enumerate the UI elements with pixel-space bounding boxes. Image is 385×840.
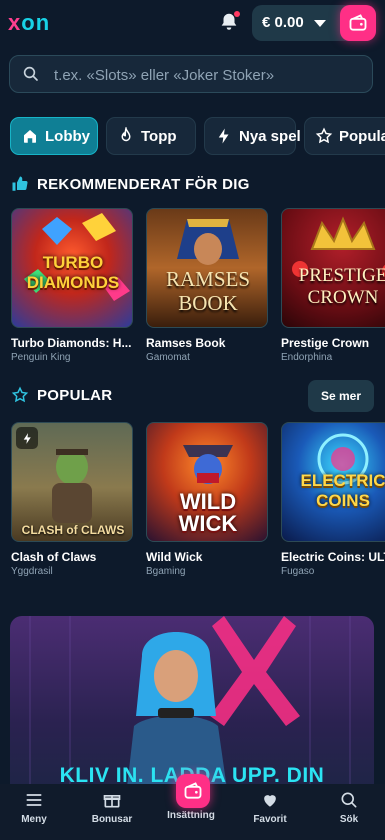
section-popular-title: POPULAR — [11, 386, 112, 404]
nav-label: Insättning — [167, 810, 215, 821]
home-icon — [24, 130, 36, 143]
game-thumbnail: PRESTIGE CROWN — [281, 208, 385, 328]
game-name: Ramses Book — [146, 336, 226, 350]
search-bar — [9, 55, 373, 93]
section-title-text: POPULAR — [37, 386, 113, 404]
lightning-badge — [16, 427, 38, 449]
lightning-icon — [23, 432, 31, 444]
game-thumbnail: CLASH of CLAWS — [11, 422, 133, 542]
tab-label: Topp — [141, 127, 177, 145]
balance-amount: € 0.00 — [262, 14, 304, 31]
section-recommended-title: REKOMMENDERAT FÖR DIG — [11, 175, 250, 193]
star-icon — [11, 386, 29, 403]
nav-label: Favorit — [253, 814, 287, 825]
nav-label: Meny — [21, 814, 47, 825]
tab-label: Popular — [339, 127, 385, 145]
game-thumbnail: TURBO DIAMONDS — [11, 208, 133, 328]
game-card[interactable]: CLASH of CLAWS Clash of Claws Yggdrasil — [11, 422, 133, 577]
game-name: Clash of Claws — [11, 550, 97, 564]
game-card[interactable]: WILD WICK Wild Wick Bgaming — [146, 422, 268, 577]
tab-label: Nya spel — [239, 127, 301, 145]
game-provider: Bgaming — [146, 566, 186, 577]
promo-banner[interactable]: KLIV IN. LADDA UPP. DIN — [10, 616, 374, 796]
logo-x: x — [8, 10, 22, 35]
wallet-button[interactable] — [340, 5, 376, 41]
game-art-title: CLASH of CLAWS — [21, 523, 125, 537]
notification-dot — [234, 11, 240, 17]
game-provider: Yggdrasil — [11, 566, 53, 577]
top-bar: x on € 0.00 — [0, 0, 385, 46]
category-tabs: Lobby Topp Nya spel Popular — [10, 117, 385, 155]
caret-down-icon — [314, 20, 326, 27]
game-provider: Fugaso — [281, 566, 315, 577]
game-card[interactable]: ELECTRIC COINS Electric Coins: ULT Fugas… — [281, 422, 385, 577]
thumbs-up-icon — [12, 176, 28, 191]
brand-logo[interactable]: x on — [8, 10, 50, 36]
game-art-title: PRESTIGE CROWN — [298, 265, 385, 308]
game-card[interactable]: RAMSES BOOK Ramses Book Gamomat — [146, 208, 268, 363]
nav-item-deposit[interactable]: Insättning — [161, 810, 221, 821]
game-name: Wild Wick — [146, 550, 203, 564]
notification-bell-icon[interactable] — [218, 11, 240, 33]
game-name: Electric Coins: ULT — [281, 550, 385, 564]
see-more-button[interactable]: Se mer — [308, 380, 374, 412]
section-title-text: REKOMMENDERAT FÖR DIG — [37, 175, 250, 193]
tab-popular[interactable]: Popular — [304, 117, 385, 155]
nav-label: Sök — [339, 814, 359, 825]
nav-item-search[interactable]: Sök — [319, 790, 379, 825]
search-input[interactable] — [54, 64, 354, 86]
wallet-icon — [184, 782, 202, 799]
tab-label: Lobby — [45, 127, 90, 145]
deposit-button[interactable] — [176, 774, 210, 808]
tab-lobby[interactable]: Lobby — [10, 117, 98, 155]
game-provider: Gamomat — [146, 352, 190, 363]
game-art-title: WILD WICK — [178, 489, 238, 536]
game-provider: Endorphina — [281, 352, 333, 363]
tab-nya-spel[interactable]: Nya spel — [204, 117, 301, 155]
nav-item-bonuses[interactable]: Bonusar — [82, 790, 142, 825]
game-thumbnail: WILD WICK — [146, 422, 268, 542]
nav-item-favorites[interactable]: Favorit — [240, 790, 300, 825]
wallet-icon — [349, 14, 367, 31]
star-icon — [315, 127, 333, 144]
flame-icon — [121, 127, 131, 142]
game-thumbnail: RAMSES BOOK — [146, 208, 268, 328]
game-provider: Penguin King — [11, 352, 71, 363]
game-card[interactable]: PRESTIGE CROWN Prestige Crown Endorphina — [281, 208, 385, 363]
game-card[interactable]: TURBO DIAMONDS Turbo Diamonds: H... Peng… — [11, 208, 133, 363]
menu-icon — [26, 794, 42, 806]
game-name: Turbo Diamonds: H... — [11, 336, 132, 350]
search-icon — [23, 66, 38, 81]
nav-item-menu[interactable]: Meny — [4, 790, 64, 825]
lightning-icon — [218, 128, 229, 144]
game-art-title: TURBO DIAMONDS — [26, 253, 120, 292]
logo-on: on — [21, 10, 51, 35]
game-art-title: RAMSES BOOK — [165, 267, 251, 315]
tab-topp[interactable]: Topp — [106, 117, 196, 155]
nav-label: Bonusar — [91, 814, 133, 825]
game-name: Prestige Crown — [281, 336, 370, 350]
gift-icon — [103, 795, 121, 808]
search-icon — [341, 792, 357, 808]
heart-icon — [264, 795, 276, 807]
game-art-title: ELECTRIC COINS — [300, 471, 385, 510]
bottom-navigation: Meny Bonusar Insättning Favorit Sök — [0, 774, 385, 840]
game-thumbnail: ELECTRIC COINS — [281, 422, 385, 542]
